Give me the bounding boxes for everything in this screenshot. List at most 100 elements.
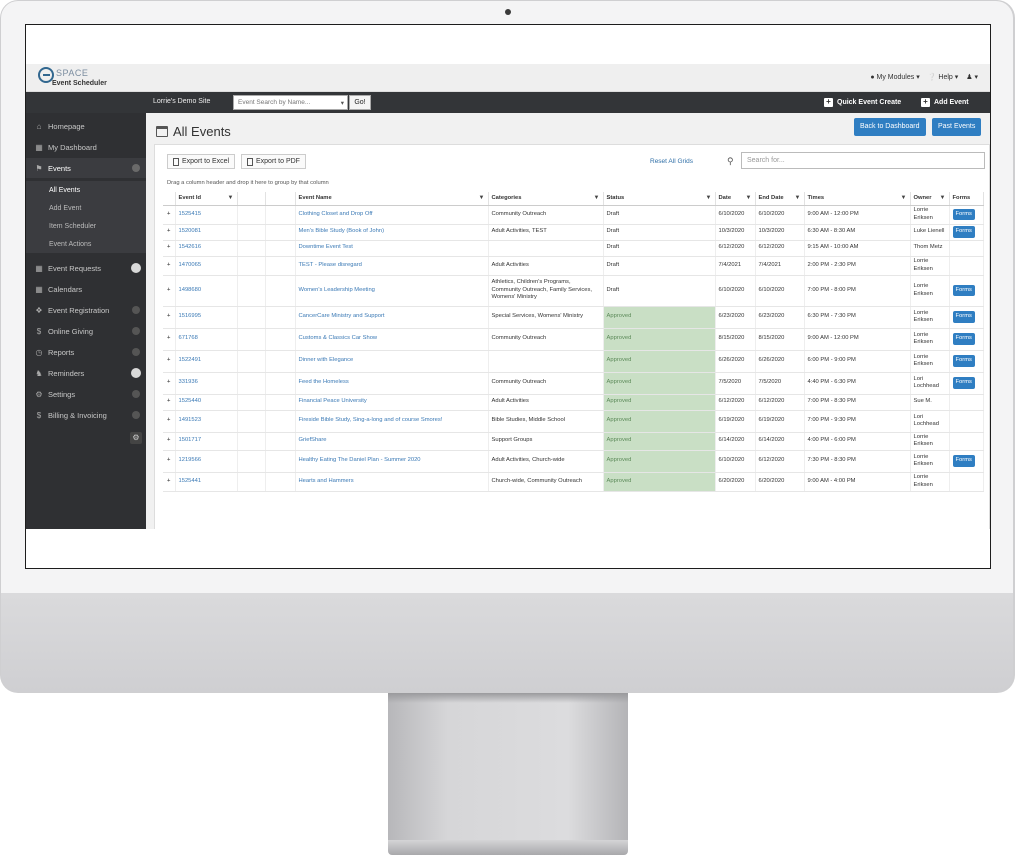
sidebar-item-reports[interactable]: ◷ Reports (26, 342, 146, 362)
sidebar-subitem-all-events[interactable]: All Events (26, 181, 146, 199)
table-row[interactable]: +331936 Feed the Homeless Community Outrea… (163, 372, 984, 395)
past-events-button[interactable]: Past Events (932, 118, 982, 136)
header-date[interactable]: Date ▼ (715, 192, 756, 206)
forms-button[interactable]: Forms (952, 208, 975, 221)
event-name-cell[interactable]: Downtime Event Test (295, 240, 489, 257)
expand-row-icon[interactable]: + (163, 350, 176, 373)
event-name-cell[interactable]: Healthy Eating The Daniel Plan - Summer … (295, 450, 489, 473)
header-times[interactable]: Times ▼ (804, 192, 911, 206)
expand-row-icon[interactable]: + (163, 450, 176, 473)
filter-icon[interactable]: ▼ (940, 195, 946, 201)
app-logo[interactable]: SPACE Event Scheduler (36, 66, 126, 90)
go-button[interactable]: Go! (349, 95, 371, 110)
sidebar-subitem-event-actions[interactable]: Event Actions (26, 235, 146, 253)
export-excel-button[interactable]: Export to Excel (167, 154, 236, 169)
table-row[interactable]: +1525415 Clothing Closet and Drop Off Comm… (163, 205, 984, 225)
quick-event-create-button[interactable]: + Quick Event Create (824, 98, 901, 107)
filter-icon[interactable]: ▼ (706, 195, 712, 201)
event-name-cell[interactable]: Feed the Homeless (295, 372, 489, 395)
table-row[interactable]: +1219566 Healthy Eating The Daniel Plan -… (163, 450, 984, 473)
forms-button[interactable]: Forms (952, 284, 975, 297)
table-row[interactable]: +1470065 TEST - Please disregard Adult Act… (163, 256, 984, 276)
expand-row-icon[interactable]: + (163, 372, 176, 395)
site-name[interactable]: Lorrie's Demo Site (153, 98, 210, 105)
expand-row-icon[interactable]: + (163, 224, 176, 241)
group-drop-area[interactable]: Drag a column header and drop it here to… (167, 180, 329, 186)
sidebar-item-online-giving[interactable]: $ Online Giving (26, 321, 146, 341)
sidebar-item-calendars[interactable]: ▦ Calendars (26, 279, 146, 299)
event-name-cell[interactable]: TEST - Please disregard (295, 256, 489, 276)
expand-row-icon[interactable]: + (163, 410, 176, 433)
my-modules-link[interactable]: ● My Modules ▾ (870, 73, 919, 81)
table-row[interactable]: +1491523 Fireside Bible Study, Sing-a-lon… (163, 410, 984, 433)
sidebar-item-settings[interactable]: ⚙ Settings (26, 384, 146, 404)
expand-row-icon[interactable]: + (163, 205, 176, 225)
header-categories[interactable]: Categories ▼ (488, 192, 604, 206)
forms-button[interactable]: Forms (952, 226, 975, 238)
sidebar-item-event-registration[interactable]: ❖ Event Registration (26, 300, 146, 320)
sidebar-item-events[interactable]: ⚑ Events (26, 158, 146, 178)
reset-grids-link[interactable]: Reset All Grids (650, 158, 693, 165)
table-row[interactable]: +1501717 GriefShare Support Groups Approved… (163, 432, 984, 451)
back-to-dashboard-button[interactable]: Back to Dashboard (854, 118, 926, 136)
event-id-cell[interactable]: 1219566 (175, 450, 238, 473)
filter-icon[interactable]: ▼ (479, 195, 485, 201)
table-row[interactable]: +1498680 Women's Leadership Meeting Athlet… (163, 275, 984, 307)
filter-icon[interactable]: ▼ (746, 195, 752, 201)
expand-row-icon[interactable]: + (163, 240, 176, 257)
event-id-cell[interactable]: 1520081 (175, 224, 238, 241)
expand-row-icon[interactable]: + (163, 275, 176, 307)
sidebar-item-billing[interactable]: $ Billing & Invoicing (26, 405, 146, 425)
forms-button[interactable]: Forms (952, 377, 975, 389)
header-event-name[interactable]: Event Name ▼ (295, 192, 489, 206)
event-name-cell[interactable]: Fireside Bible Study, Sing-a-long and of… (295, 410, 489, 433)
header-owner[interactable]: Owner ▼ (910, 192, 950, 206)
event-name-cell[interactable]: Financial Peace University (295, 394, 489, 411)
event-search-select[interactable]: Event Search by Name... ▾ (233, 95, 348, 110)
expand-row-icon[interactable]: + (163, 432, 176, 451)
user-menu-icon[interactable]: ♟ ▾ (966, 73, 978, 81)
sidebar-item-reminders[interactable]: ♞ Reminders (26, 363, 146, 383)
event-id-cell[interactable]: 1470065 (175, 256, 238, 276)
event-name-cell[interactable]: Hearts and Hammers (295, 472, 489, 492)
event-id-cell[interactable]: 1525440 (175, 394, 238, 411)
sidebar-item-homepage[interactable]: ⌂ Homepage (26, 116, 146, 136)
event-name-cell[interactable]: Women's Leadership Meeting (295, 275, 489, 307)
event-name-cell[interactable]: GriefShare (295, 432, 489, 451)
search-input[interactable]: Search for... (741, 152, 985, 169)
sidebar-subitem-add-event[interactable]: Add Event (26, 199, 146, 217)
event-id-cell[interactable]: 1525441 (175, 472, 238, 492)
event-id-cell[interactable]: 1542616 (175, 240, 238, 257)
filter-icon[interactable]: ▼ (901, 195, 907, 201)
event-id-cell[interactable]: 1501717 (175, 432, 238, 451)
forms-button[interactable]: Forms (952, 333, 975, 345)
header-status[interactable]: Status ▼ (603, 192, 716, 206)
expand-row-icon[interactable]: + (163, 472, 176, 492)
event-id-cell[interactable]: 1525415 (175, 205, 238, 225)
event-id-cell[interactable]: 1491523 (175, 410, 238, 433)
header-end-date[interactable]: End Date ▼ (755, 192, 805, 206)
table-row[interactable]: +1525440 Financial Peace University Adult … (163, 394, 984, 411)
table-row[interactable]: +1516995 CancerCare Ministry and Support S… (163, 306, 984, 329)
table-row[interactable]: +1520081 Men's Bible Study (Book of John)… (163, 224, 984, 241)
event-name-cell[interactable]: Dinner with Elegance (295, 350, 489, 373)
event-name-cell[interactable]: Clothing Closet and Drop Off (295, 205, 489, 225)
filter-icon[interactable]: ▼ (228, 195, 234, 201)
expand-row-icon[interactable]: + (163, 394, 176, 411)
event-id-cell[interactable]: 1516995 (175, 306, 238, 329)
expand-row-icon[interactable]: + (163, 306, 176, 329)
sidebar-subitem-item-scheduler[interactable]: Item Scheduler (26, 217, 146, 235)
filter-icon[interactable]: ▼ (594, 195, 600, 201)
event-id-cell[interactable]: 1522491 (175, 350, 238, 373)
help-link[interactable]: ❔ Help ▾ (928, 73, 959, 81)
table-row[interactable]: +1522491 Dinner with Elegance Approved 6/26… (163, 350, 984, 373)
sidebar-item-event-requests[interactable]: ▦ Event Requests (26, 258, 146, 278)
add-event-button[interactable]: + Add Event (921, 98, 969, 107)
table-row[interactable]: +1542616 Downtime Event Test Draft 6/12/202… (163, 240, 984, 257)
sidebar-settings-icon[interactable]: ⚙ (130, 432, 142, 444)
event-id-cell[interactable]: 331936 (175, 372, 238, 395)
event-id-cell[interactable]: 671768 (175, 328, 238, 351)
expand-row-icon[interactable]: + (163, 328, 176, 351)
event-name-cell[interactable]: CancerCare Ministry and Support (295, 306, 489, 329)
filter-icon[interactable]: ▼ (795, 195, 801, 201)
